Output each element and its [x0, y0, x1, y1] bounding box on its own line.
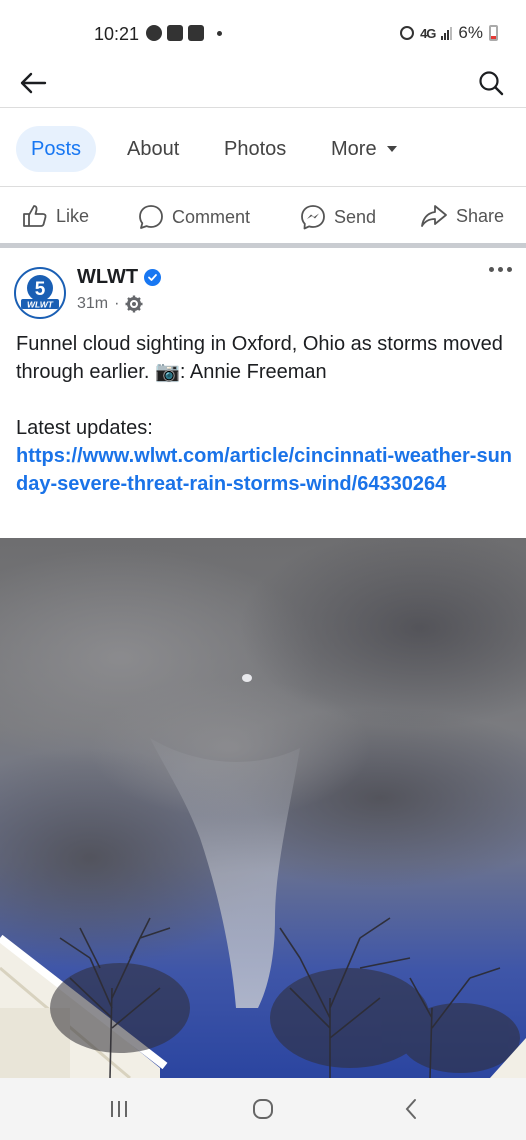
- chevron-left-icon: [405, 1099, 416, 1119]
- post-time: 31m: [77, 295, 109, 312]
- verified-badge-icon: [144, 269, 162, 286]
- camera-icon: 📷: [154, 361, 180, 383]
- post-header: 5 WLWT WLWT 31m ·: [0, 253, 526, 328]
- alarm-icon: [400, 26, 415, 40]
- like-button[interactable]: Like: [22, 204, 89, 228]
- youtube-notification-icon: [188, 25, 204, 41]
- tab-posts[interactable]: Posts: [16, 126, 97, 172]
- gear-icon: [125, 295, 143, 313]
- share-icon: [421, 205, 447, 227]
- post-caption: Funnel cloud sighting in Oxford, Ohio as…: [16, 330, 516, 386]
- signal-icon: [441, 26, 453, 40]
- messenger-icon: [301, 205, 325, 230]
- tab-more[interactable]: More: [316, 126, 412, 172]
- page-avatar[interactable]: 5 WLWT: [14, 267, 66, 319]
- page-name-text: WLWT: [77, 266, 139, 288]
- home-icon: [253, 1099, 273, 1119]
- like-label: Like: [56, 205, 90, 226]
- home-button[interactable]: [248, 1096, 278, 1122]
- status-time: 10:21: [94, 24, 140, 44]
- wlwt-logo: 5 WLWT: [18, 271, 62, 315]
- facebook-notification-icon: [146, 25, 162, 41]
- recent-apps-button[interactable]: [104, 1096, 134, 1122]
- post-meta: 31m ·: [77, 295, 143, 313]
- send-label: Send: [334, 206, 377, 227]
- more-notifications-icon: [217, 30, 222, 36]
- comment-icon: [139, 205, 163, 229]
- search-icon: [479, 71, 504, 96]
- status-bar: 10:21 4G 6%: [0, 0, 526, 58]
- network-type: 4G: [420, 25, 436, 41]
- post-body: Funnel cloud sighting in Oxford, Ohio as…: [16, 330, 516, 498]
- comment-label: Comment: [172, 206, 251, 227]
- profile-tabs: Posts About Photos More: [0, 109, 526, 187]
- post-photo[interactable]: [0, 538, 526, 1078]
- tab-photos[interactable]: Photos: [209, 126, 301, 172]
- article-link[interactable]: https://www.wlwt.com/article/cincinnati-…: [16, 442, 516, 498]
- search-button[interactable]: [474, 66, 508, 100]
- funnel-cloud-photo: [0, 538, 526, 1078]
- thumbs-up-icon: [23, 205, 47, 227]
- post-action-bar: Like Comment Send Share: [0, 188, 526, 248]
- photo-credit: : Annie Freeman: [179, 361, 327, 383]
- battery-icon: [489, 25, 498, 41]
- separator-dot: ·: [114, 295, 120, 312]
- logo-number: 5: [35, 279, 46, 300]
- battery-percent: 6%: [458, 23, 483, 42]
- arrow-left-icon: [20, 72, 47, 94]
- caret-down-icon: [386, 146, 397, 152]
- recent-apps-icon: [111, 1101, 127, 1117]
- tab-about[interactable]: About: [112, 126, 194, 172]
- tab-more-label: More: [331, 138, 377, 160]
- top-nav: [0, 58, 526, 108]
- send-button[interactable]: Send: [300, 204, 376, 230]
- share-label: Share: [456, 205, 505, 226]
- logo-text: WLWT: [27, 300, 54, 310]
- status-right: 4G 6%: [400, 23, 498, 43]
- share-button[interactable]: Share: [420, 204, 504, 228]
- page-name[interactable]: WLWT: [77, 266, 162, 289]
- back-nav-button[interactable]: [396, 1096, 426, 1122]
- updates-label: Latest updates:: [16, 417, 153, 439]
- post-options-button[interactable]: [489, 267, 512, 272]
- dot-icon: [489, 267, 494, 272]
- comment-button[interactable]: Comment: [138, 204, 250, 230]
- gallery-notification-icon: [167, 25, 183, 41]
- dot-icon: [498, 267, 503, 272]
- back-button[interactable]: [16, 66, 50, 100]
- system-nav-bar: [0, 1078, 526, 1140]
- dot-icon: [507, 267, 512, 272]
- notification-icons: [146, 25, 222, 41]
